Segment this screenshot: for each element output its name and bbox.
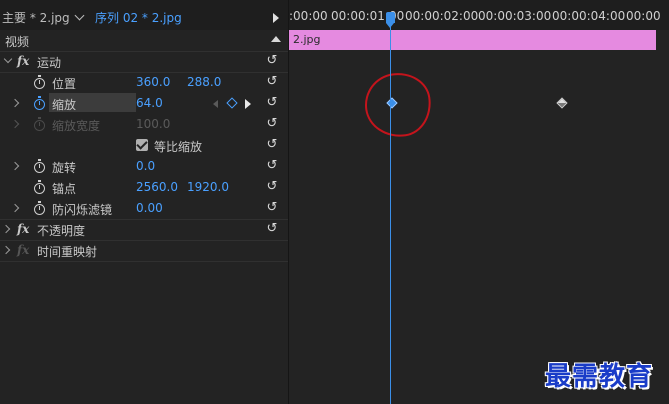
ruler-label: 00:00:04:00 (552, 9, 626, 23)
ruler-label: 00:00:03:00 (478, 9, 552, 23)
stopwatch-icon[interactable] (34, 75, 45, 89)
effect-opacity[interactable]: fx 不透明度 ↺ (0, 219, 288, 241)
ruler-label: :00:00 (289, 9, 328, 23)
playhead-handle[interactable] (386, 12, 395, 23)
chevron-right-icon[interactable] (10, 161, 20, 171)
property-anchor: 锚点 2560.0 1920.0 ↺ (0, 177, 288, 198)
property-uniform-scale: 等比缩放 ↺ (0, 135, 288, 156)
reset-icon[interactable]: ↺ (265, 75, 279, 89)
uniform-scale-checkbox[interactable] (136, 139, 148, 151)
effect-controls-panel: 视频 fx 运动 ↺ 位置 360.0 288.0 ↺ 缩放 64.0 ↺ 缩放… (0, 30, 288, 404)
position-x-value[interactable]: 360.0 (136, 75, 170, 89)
fx-icon: fx (17, 243, 30, 257)
anchor-label: 锚点 (52, 182, 77, 196)
antiflicker-value[interactable]: 0.00 (136, 201, 163, 215)
ruler-label: 00:00:02:00 (405, 9, 479, 23)
video-label: 视频 (5, 35, 30, 49)
reset-icon[interactable]: ↺ (265, 96, 279, 110)
chevron-right-icon[interactable] (1, 245, 11, 255)
position-y-value[interactable]: 288.0 (187, 75, 221, 89)
next-keyframe-icon[interactable] (245, 99, 251, 109)
motion-label: 运动 (37, 56, 62, 70)
reset-icon[interactable]: ↺ (265, 201, 279, 215)
playhead-tip[interactable] (386, 23, 394, 28)
reset-icon[interactable]: ↺ (265, 180, 279, 194)
previous-keyframe-icon[interactable] (213, 100, 218, 108)
stopwatch-icon[interactable] (34, 180, 45, 194)
keyframe-timeline[interactable] (289, 30, 669, 404)
scale-value[interactable]: 64.0 (136, 96, 163, 110)
chevron-right-icon[interactable] (10, 203, 20, 213)
rotation-label: 旋转 (52, 161, 77, 175)
ruler-label: 00:00 (626, 9, 661, 23)
anchor-y-value[interactable]: 1920.0 (187, 180, 229, 194)
stopwatch-icon[interactable] (34, 201, 45, 215)
fx-icon[interactable]: fx (17, 54, 29, 68)
anchor-x-value[interactable]: 2560.0 (136, 180, 178, 194)
property-antiflicker: 防闪烁滤镜 0.00 ↺ (0, 198, 288, 220)
play-icon[interactable] (273, 13, 279, 23)
uniform-scale-label: 等比缩放 (154, 140, 203, 154)
watermark-logo: 最需教育 (545, 362, 654, 392)
chevron-right-icon[interactable] (1, 224, 11, 234)
tab-main-source[interactable]: 主要 * 2.jpg (2, 9, 70, 26)
opacity-label: 不透明度 (37, 224, 86, 238)
antiflicker-label: 防闪烁滤镜 (52, 203, 113, 217)
position-label: 位置 (52, 77, 77, 91)
scale-width-label: 缩放宽度 (52, 119, 101, 133)
playhead-line[interactable] (390, 14, 391, 404)
time-ruler[interactable]: :00:00 00:00:01:00 00:00:02:00 00:00:03:… (289, 0, 669, 30)
reset-icon[interactable]: ↺ (265, 117, 279, 131)
video-section-header: 视频 (0, 30, 288, 52)
stopwatch-icon[interactable] (34, 159, 45, 173)
time-remap-label: 时间重映射 (37, 245, 98, 259)
reset-icon[interactable]: ↺ (265, 54, 279, 68)
stopwatch-icon[interactable] (34, 96, 45, 110)
effect-motion[interactable]: fx 运动 ↺ (0, 51, 288, 73)
scale-width-value: 100.0 (136, 117, 171, 131)
scale-label: 缩放 (52, 98, 77, 112)
property-rotation: 旋转 0.0 ↺ (0, 156, 288, 177)
reset-icon[interactable]: ↺ (265, 222, 279, 236)
property-position: 位置 360.0 288.0 ↺ (0, 72, 288, 93)
clip-name: 2.jpg (293, 33, 321, 46)
reset-icon[interactable]: ↺ (265, 159, 279, 173)
add-keyframe-icon[interactable] (226, 97, 238, 109)
collapse-up-icon[interactable] (271, 36, 281, 42)
clip-bar[interactable] (289, 30, 656, 50)
chevron-right-icon[interactable] (10, 98, 20, 108)
fx-icon[interactable]: fx (17, 222, 29, 236)
tab-sequence[interactable]: 序列 02 * 2.jpg (95, 9, 182, 26)
effect-time-remap[interactable]: fx 时间重映射 (0, 240, 288, 262)
property-scale-width: 缩放宽度 100.0 ↺ (0, 114, 288, 135)
chevron-down-icon[interactable] (3, 54, 13, 64)
chevron-right-icon (10, 119, 20, 129)
reset-icon[interactable]: ↺ (265, 138, 279, 152)
stopwatch-icon (34, 117, 45, 131)
property-scale: 缩放 64.0 ↺ (0, 93, 288, 114)
rotation-value[interactable]: 0.0 (136, 159, 155, 173)
